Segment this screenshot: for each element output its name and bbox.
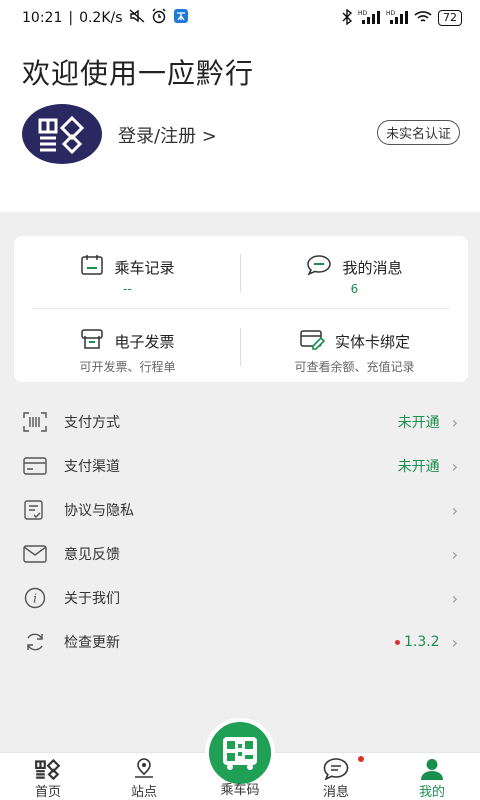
my-messages-title: 我的消息: [342, 258, 403, 277]
status-time: 10:21: [22, 10, 63, 26]
app-logo-icon: [12, 757, 84, 781]
card-edit-icon: [299, 328, 326, 354]
ride-record-value: --: [123, 282, 132, 296]
settings-menu: 支付方式 未开通 › 支付渠道 未开通 › 协议与隐私 › 意见反馈 › i 关…: [0, 400, 480, 664]
mute-icon: [129, 9, 145, 27]
card-bind-title: 实体卡绑定: [334, 332, 410, 351]
user-icon: [396, 757, 468, 781]
version-indicator: 1.3.2: [394, 634, 440, 650]
menu-item-feedback[interactable]: 意见反馈 ›: [0, 532, 480, 576]
tab-station[interactable]: 站点: [108, 757, 180, 800]
app-notification-icon: [173, 8, 189, 28]
signal-1-icon: HD: [358, 10, 380, 27]
menu-label: 支付方式: [64, 415, 120, 431]
tab-home[interactable]: 首页: [12, 757, 84, 800]
document-check-icon: [22, 499, 48, 521]
menu-label: 意见反馈: [64, 547, 120, 563]
status-text: 未开通: [397, 415, 440, 431]
login-register-link[interactable]: 登录/注册 >: [118, 122, 217, 148]
message-unread-dot: [358, 756, 364, 762]
menu-label: 检查更新: [64, 635, 120, 651]
svg-text:i: i: [33, 592, 37, 606]
menu-item-about-us[interactable]: i 关于我们 ›: [0, 576, 480, 620]
page-title: 欢迎使用一应黔行: [22, 57, 255, 90]
menu-item-payment-method[interactable]: 支付方式 未开通 ›: [0, 400, 480, 444]
calendar-icon: [80, 254, 104, 280]
menu-label: 支付渠道: [64, 459, 120, 475]
quick-actions-card: 乘车记录 -- 我的消息 6 电子发票 可开发票、行程单 实体卡绑定 可查看余额…: [14, 236, 468, 382]
tab-label: 消息: [322, 785, 349, 800]
version-text: 1.3.2: [403, 634, 440, 650]
svg-text:HD: HD: [358, 10, 368, 17]
chevron-right-icon: ›: [451, 588, 458, 608]
info-icon: i: [22, 587, 48, 609]
signal-2-icon: HD: [386, 10, 408, 27]
chevron-right-icon: ›: [451, 544, 458, 564]
ride-record-cell[interactable]: 乘车记录 --: [14, 254, 241, 296]
menu-label: 关于我们: [64, 591, 120, 607]
bluetooth-icon: [342, 8, 353, 28]
tab-label: 站点: [130, 785, 157, 800]
menu-item-payment-channel[interactable]: 支付渠道 未开通 ›: [0, 444, 480, 488]
invoice-icon: [80, 328, 104, 354]
alarm-icon: [151, 8, 167, 28]
svg-text:HD: HD: [386, 10, 396, 17]
status-text: 未开通: [397, 459, 440, 475]
divider: [32, 308, 450, 309]
card-bind-cell[interactable]: 实体卡绑定 可查看余额、充值记录: [241, 328, 468, 375]
location-pin-icon: [108, 757, 180, 781]
chevron-right-icon: ›: [451, 632, 458, 652]
tab-label: 我的: [418, 785, 445, 800]
tab-mine[interactable]: 我的: [396, 757, 468, 800]
my-messages-cell[interactable]: 我的消息 6: [241, 254, 468, 296]
avatar[interactable]: [22, 104, 102, 164]
tab-messages[interactable]: 消息: [300, 757, 372, 800]
tab-label: 首页: [34, 785, 61, 800]
update-dot: [394, 639, 400, 645]
status-bar: 10:21 | 0.2K/s HD HD 72: [0, 0, 480, 36]
realname-status-badge[interactable]: 未实名认证: [376, 120, 460, 145]
e-invoice-title: 电子发票: [114, 332, 175, 351]
my-messages-count: 6: [350, 282, 359, 296]
chevron-right-icon: ›: [451, 456, 458, 476]
refresh-icon: [22, 631, 48, 653]
chat-bubble-icon: [306, 254, 332, 280]
chevron-right-icon: ›: [451, 412, 458, 432]
ride-code-label: 乘车码: [220, 783, 260, 798]
card-bind-subtitle: 可查看余额、充值记录: [294, 360, 415, 374]
bus-qr-icon: [223, 737, 257, 770]
e-invoice-subtitle: 可开发票、行程单: [79, 360, 176, 374]
envelope-icon: [22, 543, 48, 565]
app-logo-icon: [38, 115, 85, 154]
menu-label: 协议与隐私: [64, 503, 134, 519]
ride-record-title: 乘车记录: [114, 258, 175, 277]
wifi-icon: [414, 10, 432, 27]
scan-icon: [22, 411, 48, 433]
menu-item-agreement-privacy[interactable]: 协议与隐私 ›: [0, 488, 480, 532]
e-invoice-cell[interactable]: 电子发票 可开发票、行程单: [14, 328, 241, 375]
menu-item-check-update[interactable]: 检查更新 1.3.2 ›: [0, 620, 480, 664]
ride-code-button[interactable]: [205, 718, 275, 788]
status-speed: 0.2K/s: [79, 10, 123, 26]
chevron-right-icon: ›: [451, 500, 458, 520]
battery-indicator: 72: [438, 10, 462, 26]
card-icon: [22, 455, 48, 477]
